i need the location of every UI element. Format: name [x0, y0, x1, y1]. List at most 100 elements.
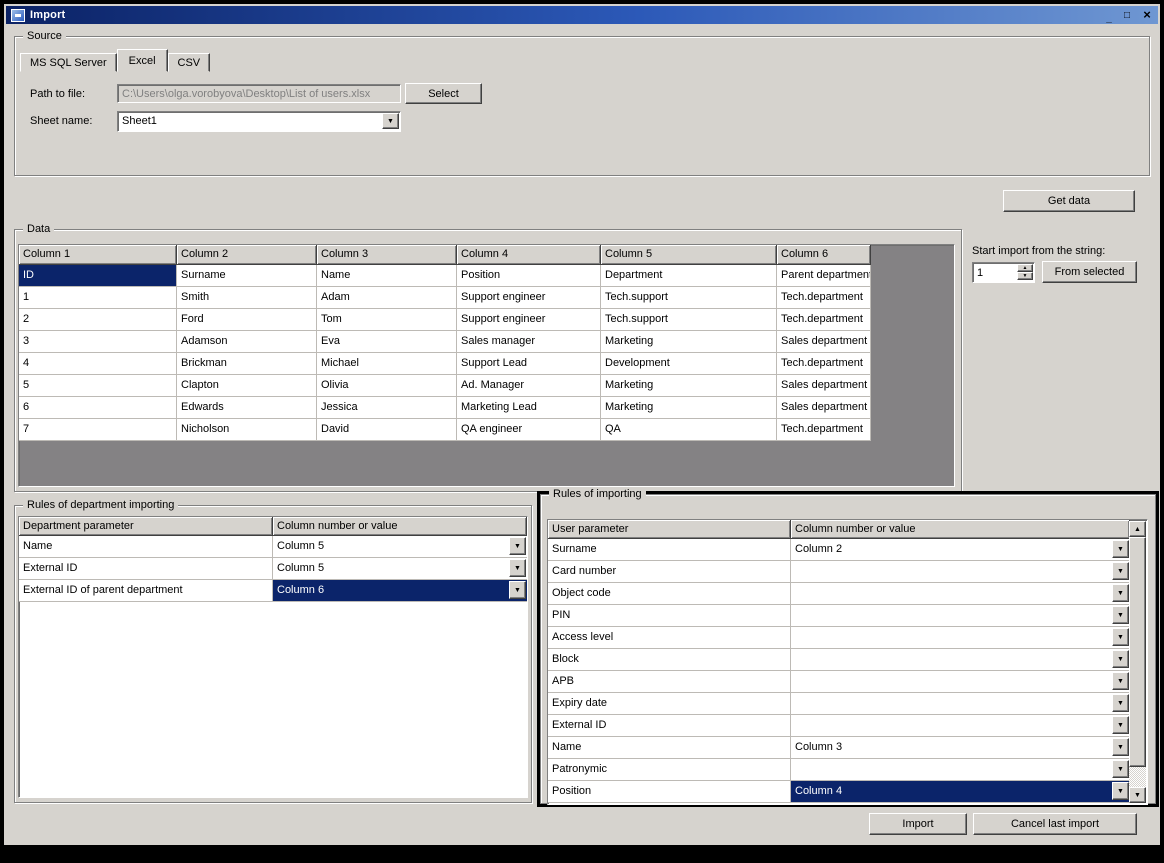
select-button[interactable]: Select	[405, 83, 482, 104]
rule-value-cell[interactable]: Column 5▼	[273, 558, 527, 580]
tab-excel[interactable]: Excel	[117, 49, 168, 72]
rule-param-cell[interactable]: Name	[19, 536, 273, 558]
column-header-department-parameter[interactable]: Department parameter	[19, 517, 273, 536]
table-cell[interactable]: Clapton	[177, 375, 317, 397]
rule-value-cell[interactable]: ▼	[791, 759, 1130, 781]
sheet-combo[interactable]: Sheet1 ▼	[117, 111, 401, 132]
table-cell[interactable]: 5	[19, 375, 177, 397]
rule-param-cell[interactable]: PIN	[548, 605, 791, 627]
table-cell[interactable]: Eva	[317, 331, 457, 353]
window-icon[interactable]	[11, 9, 25, 22]
table-cell[interactable]: Tech.department	[777, 287, 871, 309]
rule-value-cell[interactable]: ▼	[791, 715, 1130, 737]
table-cell[interactable]: Support engineer	[457, 287, 601, 309]
table-cell[interactable]: 1	[19, 287, 177, 309]
rule-value-cell[interactable]: ▼	[791, 671, 1130, 693]
table-cell[interactable]: QA engineer	[457, 419, 601, 441]
rule-param-cell[interactable]: Block	[548, 649, 791, 671]
vertical-scrollbar[interactable]: ▲ ▼	[1129, 521, 1146, 803]
table-cell[interactable]: Adamson	[177, 331, 317, 353]
table-cell[interactable]: David	[317, 419, 457, 441]
dropdown-button[interactable]: ▼	[1112, 694, 1129, 712]
column-header[interactable]: Column 2	[177, 245, 317, 265]
scroll-down-button[interactable]: ▼	[1129, 787, 1146, 803]
table-cell[interactable]: 4	[19, 353, 177, 375]
table-cell[interactable]: Position	[457, 265, 601, 287]
rule-param-cell[interactable]: External ID	[19, 558, 273, 580]
tab-ms-sql-server[interactable]: MS SQL Server	[20, 53, 117, 72]
table-cell[interactable]: Marketing Lead	[457, 397, 601, 419]
rule-value-cell[interactable]: ▼	[791, 627, 1130, 649]
dropdown-button[interactable]: ▼	[509, 581, 526, 599]
table-cell[interactable]: Marketing	[601, 397, 777, 419]
rule-value-cell[interactable]: ▼	[791, 605, 1130, 627]
table-cell[interactable]: Olivia	[317, 375, 457, 397]
rule-param-cell[interactable]: Surname	[548, 539, 791, 561]
table-cell[interactable]: Department	[601, 265, 777, 287]
rule-value-cell[interactable]: ▼	[791, 649, 1130, 671]
table-cell[interactable]: ID	[19, 265, 177, 287]
spinner-down-button[interactable]: ▼	[1017, 272, 1033, 280]
maximize-button[interactable]: □	[1119, 8, 1135, 22]
rule-value-cell[interactable]: Column 6▼	[273, 580, 527, 602]
column-header-user-parameter[interactable]: User parameter	[548, 520, 791, 539]
start-row-input[interactable]	[974, 264, 1018, 281]
dropdown-button[interactable]: ▼	[509, 537, 526, 555]
table-cell[interactable]: 2	[19, 309, 177, 331]
scroll-thumb[interactable]	[1129, 537, 1146, 767]
dropdown-button[interactable]: ▼	[1112, 562, 1129, 580]
table-cell[interactable]: Marketing	[601, 331, 777, 353]
table-cell[interactable]: Sales department	[777, 375, 871, 397]
path-input[interactable]	[117, 84, 401, 103]
table-cell[interactable]: Tech.department	[777, 419, 871, 441]
rule-param-cell[interactable]: Expiry date	[548, 693, 791, 715]
table-cell[interactable]: Support engineer	[457, 309, 601, 331]
get-data-button[interactable]: Get data	[1003, 190, 1135, 212]
table-cell[interactable]: Jessica	[317, 397, 457, 419]
column-header[interactable]: Column 1	[19, 245, 177, 265]
dropdown-button[interactable]: ▼	[1112, 584, 1129, 602]
table-cell[interactable]: Tech.support	[601, 309, 777, 331]
table-cell[interactable]: Tech.department	[777, 309, 871, 331]
table-cell[interactable]: Marketing	[601, 375, 777, 397]
table-cell[interactable]: QA	[601, 419, 777, 441]
rule-value-cell[interactable]: Column 2▼	[791, 539, 1130, 561]
table-cell[interactable]: Smith	[177, 287, 317, 309]
column-header[interactable]: Column 5	[601, 245, 777, 265]
from-selected-button[interactable]: From selected	[1042, 261, 1137, 283]
dropdown-button[interactable]: ▼	[509, 559, 526, 577]
rule-value-cell[interactable]: Column 5▼	[273, 536, 527, 558]
rule-value-cell[interactable]: Column 3▼	[791, 737, 1130, 759]
column-header[interactable]: Column 3	[317, 245, 457, 265]
spinner-up-button[interactable]: ▲	[1017, 264, 1033, 272]
scroll-up-button[interactable]: ▲	[1129, 521, 1146, 537]
dropdown-button[interactable]: ▼	[1112, 650, 1129, 668]
table-cell[interactable]: Support Lead	[457, 353, 601, 375]
table-cell[interactable]: Surname	[177, 265, 317, 287]
table-cell[interactable]: Nicholson	[177, 419, 317, 441]
table-cell[interactable]: Parent department	[777, 265, 871, 287]
import-button[interactable]: Import	[869, 813, 967, 835]
table-cell[interactable]: Michael	[317, 353, 457, 375]
dropdown-button[interactable]: ▼	[1112, 628, 1129, 646]
table-cell[interactable]: Ford	[177, 309, 317, 331]
dropdown-button[interactable]: ▼	[1112, 672, 1129, 690]
tab-csv[interactable]: CSV	[168, 53, 211, 72]
table-cell[interactable]: 3	[19, 331, 177, 353]
column-header-column-number-or-value[interactable]: Column number or value	[791, 520, 1130, 539]
table-cell[interactable]: Tech.support	[601, 287, 777, 309]
table-cell[interactable]: Development	[601, 353, 777, 375]
rule-param-cell[interactable]: Access level	[548, 627, 791, 649]
table-cell[interactable]: Tech.department	[777, 353, 871, 375]
table-cell[interactable]: Sales department	[777, 397, 871, 419]
rule-param-cell[interactable]: APB	[548, 671, 791, 693]
table-cell[interactable]: Sales manager	[457, 331, 601, 353]
table-cell[interactable]: Edwards	[177, 397, 317, 419]
rule-param-cell[interactable]: Name	[548, 737, 791, 759]
column-header[interactable]: Column 6	[777, 245, 871, 265]
rule-param-cell[interactable]: Patronymic	[548, 759, 791, 781]
dropdown-button[interactable]: ▼	[1112, 606, 1129, 624]
column-header-column-number-or-value[interactable]: Column number or value	[273, 517, 527, 536]
start-row-spinner[interactable]: ▲ ▼	[972, 262, 1035, 283]
table-cell[interactable]: Adam	[317, 287, 457, 309]
